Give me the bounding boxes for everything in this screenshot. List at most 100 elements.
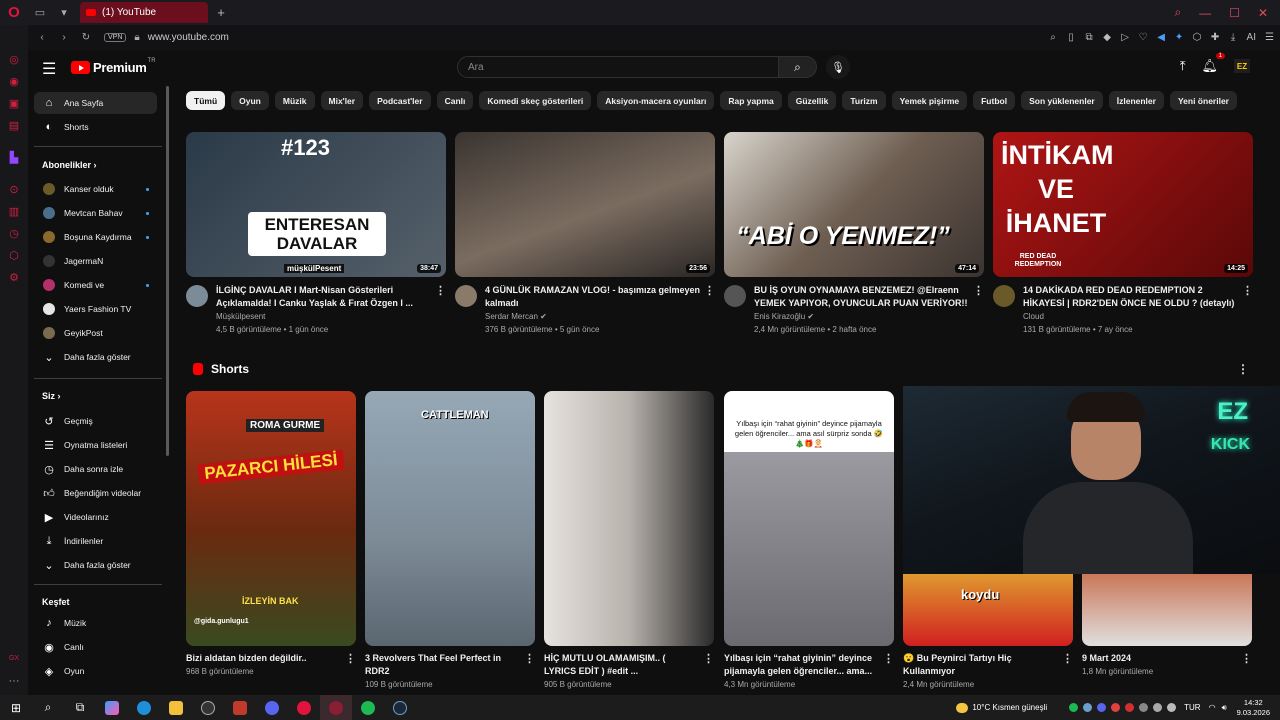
chip[interactable]: Oyun (231, 91, 269, 110)
play-icon[interactable]: ▷ (1121, 32, 1130, 43)
channel-name[interactable]: Serdar Mercan ✔ (485, 311, 701, 324)
more-actions-icon[interactable]: ⋮ (1242, 284, 1253, 297)
channel-avatar[interactable] (724, 285, 746, 307)
download-icon[interactable]: ⤓ (1229, 32, 1238, 43)
spotify-icon[interactable] (352, 695, 384, 720)
microphone-tray-icon[interactable] (1153, 703, 1163, 712)
sidebar-item-music[interactable]: ♪ Müzik (34, 612, 157, 634)
sidebar-item-liked[interactable]: 👍︎ Beğendiğim videolar (34, 482, 157, 504)
reload-button[interactable]: ↻ (78, 32, 94, 43)
chip[interactable]: Futbol (973, 91, 1016, 110)
chip[interactable]: Mix'ler (320, 91, 364, 110)
close-window-button[interactable]: ✕ (1258, 6, 1268, 20)
short-card[interactable]: ROMA GURME PAZARCI HİLESİ İZLEYİN BAK @g… (186, 391, 356, 676)
show-more-subscriptions[interactable]: ⌄ Daha fazla göster (34, 346, 157, 368)
minimize-button[interactable]: — (1199, 6, 1211, 20)
short-thumbnail[interactable]: CATTLEMAN (365, 391, 535, 646)
video-card[interactable]: #123 ENTERESAN DAVALAR müşkülPesent 38:4… (186, 132, 446, 336)
channel-name[interactable]: Müşkülpesent (216, 311, 432, 324)
copilot-icon[interactable] (96, 695, 128, 720)
lock-icon[interactable]: 🔒︎ (134, 32, 139, 43)
short-title[interactable]: 9 Mart 2024 (1082, 652, 1236, 665)
chip[interactable]: Müzik (274, 91, 315, 110)
channel-avatar[interactable] (993, 285, 1015, 307)
channel-avatar[interactable] (455, 285, 477, 307)
app-tray-icon[interactable] (1111, 703, 1121, 712)
video-thumbnail[interactable]: İNTİKAM VE İHANET RED DEAD REDEMPTION 14… (993, 132, 1253, 277)
chip[interactable]: Canlı (436, 91, 474, 110)
chip[interactable]: Komedi skeç gösterileri (479, 91, 592, 110)
workspaces-icon[interactable]: ▭ (28, 6, 52, 19)
more-actions-icon[interactable]: ⋮ (345, 652, 356, 665)
upload-button[interactable]: ⤒ (1180, 58, 1186, 74)
video-card[interactable]: “ABİ O YENMEZ!” 47:14 BU İŞ OYUN OYNAMAY… (724, 132, 984, 336)
tab-search-icon[interactable]: ▾ (52, 6, 76, 19)
sidebar-item-subscription[interactable]: GeyikPost (34, 322, 157, 344)
voice-search-button[interactable]: 🎙︎ (826, 55, 850, 79)
more-actions-icon[interactable]: ⋮ (883, 652, 894, 665)
heart-icon[interactable]: ♡ (1139, 32, 1148, 43)
more-icon[interactable]: ··· (0, 675, 28, 687)
sidebar-item-downloads[interactable]: ⤓ İndirilenler (34, 530, 157, 552)
steam-tray-icon[interactable] (1083, 703, 1093, 712)
short-card[interactable]: CATTLEMAN 3 Revolvers That Feel Perfect … (365, 391, 535, 689)
language-indicator[interactable]: TUR (1184, 703, 1200, 712)
guide-item-home[interactable]: ⌂ Ana Sayfa (34, 92, 157, 114)
subscriptions-heading[interactable]: Abonelikler › (42, 160, 97, 170)
short-title[interactable]: HİÇ MUTLU OLAMAMIŞIM.. ( LYRICS EDİT ) #… (544, 652, 698, 678)
app-icon[interactable] (224, 695, 256, 720)
spotify-tray-icon[interactable] (1069, 703, 1079, 712)
short-card[interactable]: Yılbaşı için “rahat giyinin” deyince pij… (724, 391, 894, 689)
notifications-button[interactable]: 🔔︎ 1 (1201, 53, 1225, 74)
steam-icon[interactable] (384, 695, 416, 720)
opera-tray-icon[interactable] (1125, 703, 1135, 712)
channel-avatar[interactable] (186, 285, 208, 307)
video-thumbnail[interactable]: #123 ENTERESAN DAVALAR müşkülPesent 38:4… (186, 132, 446, 277)
channel-name[interactable]: Enis Kirazoğlu ✔ (754, 311, 970, 324)
menu-button[interactable]: ☰ (42, 59, 56, 79)
search-button[interactable]: ⌕ (779, 56, 817, 78)
translate-icon[interactable]: ✦ (1175, 32, 1184, 43)
short-thumbnail[interactable]: Yılbaşı için “rahat giyinin” deyince pij… (724, 391, 894, 646)
more-actions-icon[interactable]: ⋮ (703, 652, 714, 665)
youtube-logo[interactable]: Premium TR (71, 58, 156, 75)
chip[interactable]: Son yüklenenler (1021, 91, 1103, 110)
short-card[interactable]: HİÇ MUTLU OLAMAMIŞIM.. ( LYRICS EDİT ) #… (544, 391, 714, 689)
url-text[interactable]: www.youtube.com (148, 32, 229, 43)
edge-icon[interactable] (128, 695, 160, 720)
sidebar-item-subscription[interactable]: Mevtcan Bahav (34, 202, 157, 224)
chip[interactable]: Podcast'ler (369, 91, 431, 110)
video-title[interactable]: BU İŞ OYUN OYNAMAYA BENZEMEZ! @Elraenn Y… (754, 284, 970, 309)
explorer-icon[interactable] (160, 695, 192, 720)
forward-button[interactable]: › (56, 32, 72, 43)
volume-icon[interactable]: 🔊︎ (1222, 703, 1227, 713)
more-actions-icon[interactable]: ⋮ (1241, 652, 1252, 665)
video-thumbnail[interactable]: 23:56 (455, 132, 715, 277)
chip[interactable]: İzlenenler (1108, 91, 1164, 110)
sidebar-item-subscription[interactable]: Komedi ve (34, 274, 157, 296)
video-title[interactable]: 4 GÜNLÜK RAMAZAN VLOG! - başımıza gelmey… (485, 284, 701, 309)
snapshot-icon[interactable]: ⧉ (1085, 32, 1094, 43)
shield-icon[interactable]: ◆ (1103, 32, 1112, 43)
puzzle-icon[interactable]: ✚ (1211, 32, 1220, 43)
chip[interactable]: Turizm (842, 91, 886, 110)
chat-icon[interactable]: ▣ (0, 97, 28, 110)
twitch-icon[interactable]: ▙ (0, 151, 28, 164)
short-title[interactable]: 😮 Bu Peynirci Tartıyı Hiç Kullanmıyor (903, 652, 1057, 678)
more-actions-icon[interactable]: ⋮ (435, 284, 446, 297)
guide-item-shorts[interactable]: ◐ Shorts (34, 116, 157, 138)
sidebar-item-your-videos[interactable]: ▶ Videolarınız (34, 506, 157, 528)
sidebar-item-history[interactable]: ↺ Geçmiş (34, 410, 157, 432)
sidebar-item-gaming[interactable]: ◈ Oyun (34, 660, 157, 682)
video-title[interactable]: 14 DAKİKADA RED DEAD REDEMPTION 2 HİKAYE… (1023, 284, 1239, 309)
vpn-badge[interactable]: VPN (104, 33, 127, 42)
video-title[interactable]: İLGİNÇ DAVALAR I Mart-Nisan Gösterileri … (216, 284, 432, 309)
aria-icon[interactable]: ◎ (0, 53, 28, 66)
sidebar-item-watch-later[interactable]: ◷ Daha sonra izle (34, 458, 157, 480)
sidebar-item-subscription[interactable]: Boşuna Kaydırma (34, 226, 157, 248)
pinboard-icon[interactable]: ▥ (0, 205, 28, 218)
bluetooth-tray-icon[interactable] (1167, 703, 1177, 712)
short-title[interactable]: 3 Revolvers That Feel Perfect in RDR2 (365, 652, 519, 678)
chip[interactable]: Güzellik (787, 91, 837, 110)
more-actions-icon[interactable]: ⋮ (524, 652, 535, 665)
